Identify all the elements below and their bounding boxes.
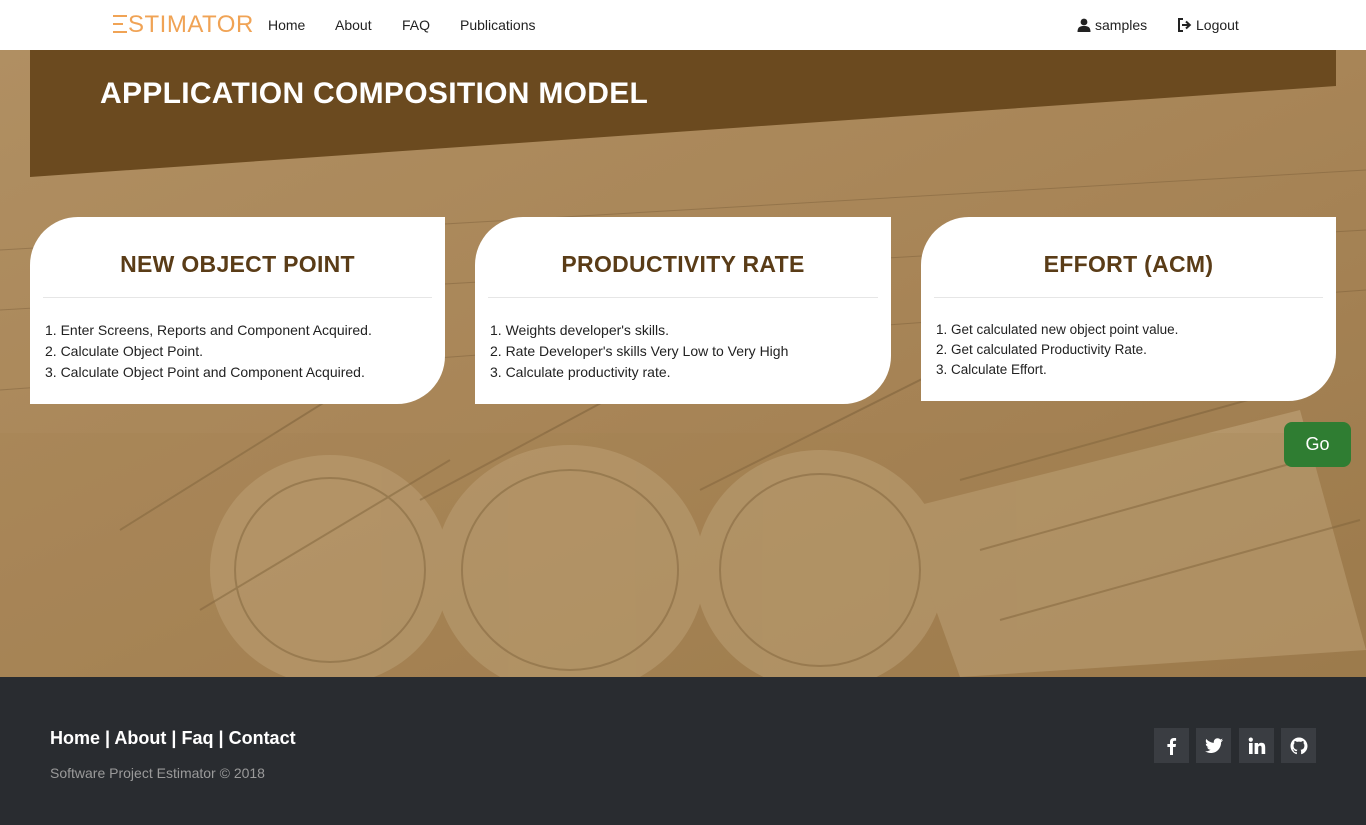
brand-logo[interactable]: STIMATOR (113, 11, 254, 39)
list-item: 2. Calculate Object Point. (45, 343, 203, 359)
card-productivity-rate[interactable]: PRODUCTIVITY RATE 1. Weights developer's… (475, 217, 891, 404)
linkedin-icon (1248, 737, 1265, 754)
go-button[interactable]: Go (1284, 422, 1351, 467)
hero-lower-band (0, 433, 1366, 677)
card-effort-acm[interactable]: EFFORT (ACM) 1. Get calculated new objec… (921, 217, 1336, 401)
footer: Home | About | Faq | Contact Software Pr… (0, 677, 1366, 825)
facebook-icon (1166, 737, 1176, 755)
facebook-button[interactable] (1154, 728, 1189, 763)
twitter-icon (1204, 737, 1223, 753)
logo-e-mark (113, 15, 127, 33)
logout-icon (1178, 18, 1192, 32)
list-item: 3. Calculate productivity rate. (490, 364, 671, 380)
hero-section: APPLICATION COMPOSITION MODEL NEW OBJECT… (0, 50, 1366, 677)
user-name: samples (1095, 17, 1148, 33)
list-item: 3. Calculate Object Point and Component … (45, 364, 365, 380)
card-steps: 1. Enter Screens, Reports and Component … (45, 320, 372, 383)
page-title: APPLICATION COMPOSITION MODEL (100, 77, 649, 110)
card-steps: 1. Get calculated new object point value… (936, 320, 1178, 380)
brand-text: STIMATOR (128, 11, 254, 38)
user-menu[interactable]: samples (1077, 17, 1147, 33)
logout-label: Logout (1196, 17, 1239, 33)
footer-link-about[interactable]: About (114, 728, 166, 748)
nav-publications[interactable]: Publications (460, 17, 536, 33)
linkedin-button[interactable] (1239, 728, 1274, 763)
banner-shape (30, 50, 1336, 177)
footer-nav: Home | About | Faq | Contact (50, 728, 296, 749)
user-icon (1077, 18, 1091, 32)
list-item: 1. Get calculated new object point value… (936, 322, 1179, 337)
divider (934, 297, 1323, 298)
footer-separator: | (105, 728, 111, 748)
divider (43, 297, 432, 298)
list-item: 2. Get calculated Productivity Rate. (936, 342, 1147, 357)
footer-link-home[interactable]: Home (50, 728, 100, 748)
nav-about[interactable]: About (335, 17, 372, 33)
logout-link[interactable]: Logout (1177, 17, 1239, 33)
list-item: 1. Enter Screens, Reports and Component … (45, 322, 372, 338)
list-item: 2. Rate Developer's skills Very Low to V… (490, 343, 789, 359)
card-title: NEW OBJECT POINT (120, 251, 355, 277)
divider (488, 297, 878, 298)
github-icon (1290, 737, 1307, 754)
list-item: 3. Calculate Effort. (936, 362, 1047, 377)
footer-separator: | (218, 728, 224, 748)
github-button[interactable] (1281, 728, 1316, 763)
top-navbar: STIMATOR Home About FAQ Publications sam… (0, 0, 1366, 50)
card-steps: 1. Weights developer's skills. 2. Rate D… (490, 320, 788, 383)
footer-link-contact[interactable]: Contact (229, 728, 296, 748)
footer-separator: | (171, 728, 177, 748)
card-title: PRODUCTIVITY RATE (561, 251, 805, 277)
footer-link-faq[interactable]: Faq (181, 728, 213, 748)
twitter-button[interactable] (1196, 728, 1231, 763)
list-item: 1. Weights developer's skills. (490, 322, 670, 338)
title-banner: APPLICATION COMPOSITION MODEL (30, 50, 1336, 177)
card-title: EFFORT (ACM) (1043, 251, 1214, 277)
copyright: Software Project Estimator © 2018 (50, 765, 265, 781)
nav-home[interactable]: Home (268, 17, 305, 33)
nav-faq[interactable]: FAQ (402, 17, 430, 33)
card-new-object-point[interactable]: NEW OBJECT POINT 1. Enter Screens, Repor… (30, 217, 445, 404)
